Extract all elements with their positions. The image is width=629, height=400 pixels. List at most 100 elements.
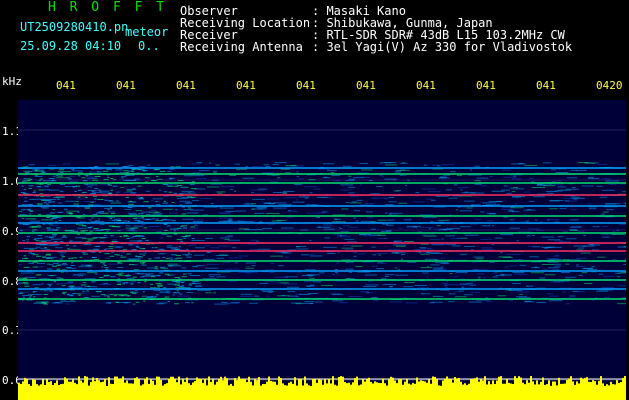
noise-speck <box>447 284 462 286</box>
level-bar <box>342 376 344 400</box>
level-bar <box>336 385 338 400</box>
noise-speck <box>87 227 92 229</box>
noise-speck <box>84 196 88 198</box>
noise-speck <box>353 217 356 219</box>
level-bar <box>538 384 540 400</box>
noise-speck <box>256 240 259 242</box>
noise-speck <box>234 163 240 165</box>
noise-speck <box>219 207 234 209</box>
level-bar <box>568 378 570 400</box>
noise-speck <box>56 196 59 198</box>
noise-speck <box>395 274 408 276</box>
noise-speck <box>124 208 132 210</box>
noise-speck <box>514 203 518 205</box>
noise-speck <box>57 175 63 177</box>
noise-speck <box>481 248 495 250</box>
noise-speck <box>100 294 106 296</box>
noise-speck <box>89 219 92 221</box>
noise-speck <box>173 228 178 230</box>
level-bar <box>250 381 252 400</box>
noise-speck <box>110 213 116 215</box>
level-bar <box>116 376 118 400</box>
noise-speck <box>110 177 114 179</box>
level-bar <box>314 379 316 400</box>
noise-speck <box>240 295 253 297</box>
noise-speck <box>173 192 178 194</box>
noise-speck <box>316 197 328 199</box>
noise-speck <box>480 185 488 187</box>
noise-speck <box>82 230 88 232</box>
noise-speck <box>326 252 336 254</box>
noise-speck <box>19 292 23 294</box>
level-bar <box>388 379 390 400</box>
noise-speck <box>56 268 61 270</box>
noise-speck <box>130 228 135 230</box>
noise-speck <box>604 203 617 205</box>
noise-speck <box>257 208 267 210</box>
noise-speck <box>272 164 280 166</box>
noise-speck <box>19 291 30 293</box>
noise-speck <box>477 276 481 278</box>
noise-speck <box>602 226 609 228</box>
level-bar <box>220 376 222 400</box>
noise-speck <box>44 189 50 191</box>
level-bar <box>214 384 216 400</box>
noise-speck <box>156 178 163 180</box>
noise-speck <box>560 272 570 274</box>
noise-speck <box>512 283 521 285</box>
noise-speck <box>52 234 58 236</box>
noise-speck <box>21 185 24 187</box>
level-bar <box>240 378 242 400</box>
noise-speck <box>84 286 98 288</box>
noise-speck <box>88 176 95 178</box>
noise-speck <box>67 257 74 259</box>
noise-speck <box>190 197 194 199</box>
noise-speck <box>94 198 97 200</box>
level-bar <box>244 378 246 400</box>
noise-speck <box>224 235 233 237</box>
level-bar <box>202 382 204 400</box>
noise-speck <box>598 163 608 165</box>
noise-speck <box>23 281 28 283</box>
noise-speck <box>91 295 101 297</box>
level-bar <box>194 381 196 400</box>
noise-speck <box>49 201 55 203</box>
noise-speck <box>282 192 287 194</box>
noise-speck <box>422 272 429 274</box>
level-bar <box>394 380 396 400</box>
noise-speck <box>329 293 341 295</box>
noise-speck <box>182 192 196 194</box>
noise-speck <box>336 252 341 254</box>
level-bar <box>594 381 596 400</box>
noise-speck <box>21 272 35 274</box>
level-bar <box>584 377 586 400</box>
noise-speck <box>106 176 110 178</box>
noise-speck <box>583 234 587 236</box>
noise-speck <box>539 277 546 279</box>
noise-speck <box>106 230 109 232</box>
level-bar <box>196 377 198 400</box>
noise-speck <box>359 162 369 164</box>
noise-speck <box>163 191 167 193</box>
noise-speck <box>511 211 520 213</box>
level-bar <box>148 383 150 400</box>
noise-speck <box>40 196 45 198</box>
noise-speck <box>77 175 81 177</box>
noise-speck <box>162 218 167 220</box>
noise-speck <box>366 217 374 219</box>
level-bar <box>548 380 550 400</box>
noise-speck <box>516 296 527 298</box>
noise-speck <box>100 262 106 264</box>
noise-speck <box>349 202 362 204</box>
noise-speck <box>67 178 72 180</box>
noise-speck <box>177 197 189 199</box>
noise-speck <box>246 203 249 205</box>
noise-speck <box>133 264 138 266</box>
noise-speck <box>31 226 37 228</box>
noise-speck <box>372 197 387 199</box>
level-bar <box>160 379 162 400</box>
level-bar <box>408 383 410 400</box>
noise-speck <box>119 235 123 237</box>
carrier-band <box>18 250 626 252</box>
level-bar <box>590 382 592 400</box>
